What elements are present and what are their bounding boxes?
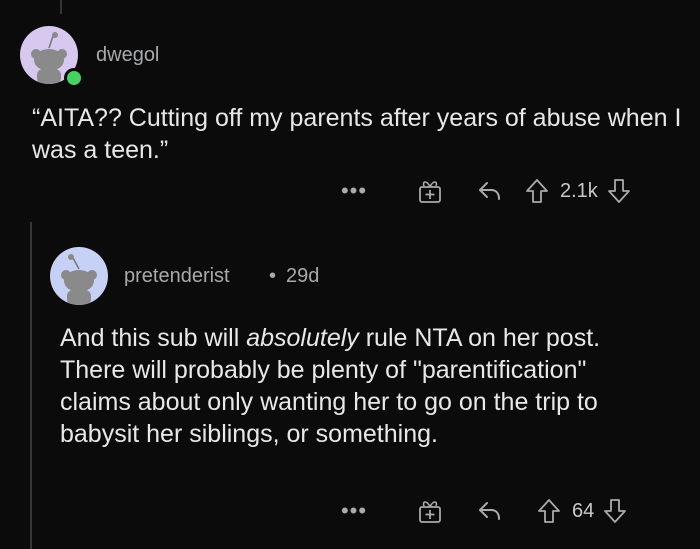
avatar[interactable] <box>50 247 108 305</box>
more-options-button[interactable]: ••• <box>334 175 374 207</box>
upvote-icon <box>538 499 560 523</box>
comment-body: And this sub will absolutely rule NTA on… <box>60 322 660 450</box>
reply-button[interactable] <box>470 175 510 207</box>
comment-body-emphasis: absolutely <box>246 324 359 352</box>
more-icon: ••• <box>340 178 368 203</box>
thread-line-top[interactable] <box>60 0 62 14</box>
more-options-button[interactable]: ••• <box>334 495 374 527</box>
comment-username[interactable]: pretenderist <box>124 265 230 288</box>
downvote-button[interactable] <box>600 495 630 527</box>
reply-icon <box>479 502 500 520</box>
vote-score: 2.1k <box>560 179 598 202</box>
downvote-icon <box>607 179 630 203</box>
comment-username[interactable]: dwegol <box>96 44 159 67</box>
comment-body-text: And this sub will <box>60 324 247 352</box>
award-button[interactable] <box>410 175 450 207</box>
comment-age: 29d <box>286 265 320 287</box>
comment-body: “AITA?? Cutting off my parents after yea… <box>32 104 682 164</box>
thread-line-reply[interactable] <box>30 222 32 549</box>
more-icon: ••• <box>340 498 368 523</box>
upvote-button[interactable] <box>520 175 554 207</box>
reply-icon <box>479 182 500 200</box>
award-icon <box>419 501 441 523</box>
reply-button[interactable] <box>470 495 510 527</box>
award-button[interactable] <box>410 495 450 527</box>
vote-score: 64 <box>572 499 595 522</box>
comment-separator: • <box>269 265 277 287</box>
comment-actions: ••• 64 <box>334 495 630 527</box>
snoo-avatar-icon <box>61 254 97 305</box>
upvote-icon <box>526 179 548 203</box>
online-status-icon <box>64 68 84 88</box>
comment-actions: ••• 2.1k <box>334 175 634 207</box>
downvote-button[interactable] <box>604 175 634 207</box>
award-icon <box>419 181 441 203</box>
downvote-icon <box>604 499 627 523</box>
upvote-button[interactable] <box>532 495 566 527</box>
